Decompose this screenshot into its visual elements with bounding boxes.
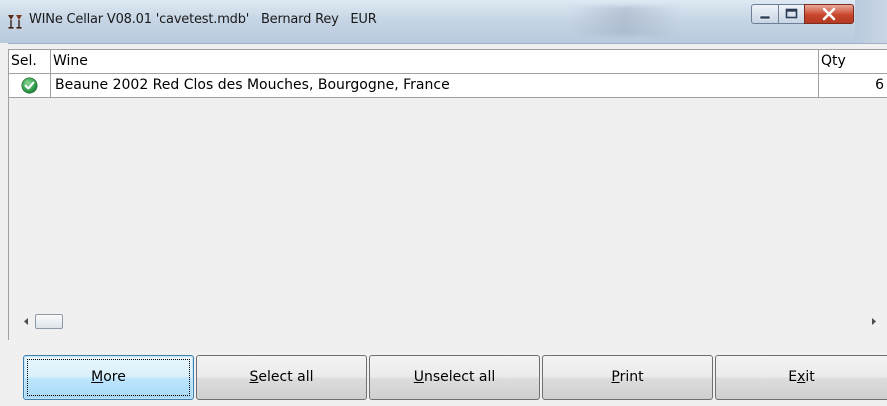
wine-glass-icon [8,15,22,29]
print-button-label: Print [611,369,644,385]
maximize-button[interactable] [778,4,805,24]
more-button[interactable]: More [23,355,194,400]
window-left-edge [0,43,8,406]
row-select-cell[interactable] [9,74,51,97]
column-header-sel[interactable]: Sel. [9,50,51,73]
exit-button[interactable]: Exit [715,355,887,400]
more-button-label: More [91,369,126,385]
app-window: WINe Cellar V08.01 'cavetest.mdb' Bernar… [0,0,887,406]
table-row[interactable]: Beaune 2002 Red Clos des Mouches, Bourgo… [9,74,887,98]
title-bar[interactable]: WINe Cellar V08.01 'cavetest.mdb' Bernar… [0,0,887,44]
grid-header: Sel. Wine Qty [9,50,887,74]
check-circle-icon [21,77,38,94]
row-wine-cell[interactable]: Beaune 2002 Red Clos des Mouches, Bourgo… [51,74,819,97]
close-icon [822,7,836,21]
minimize-button[interactable] [751,4,779,24]
row-qty-cell[interactable]: 6 [819,74,887,97]
background-window-blur [570,6,680,36]
scroll-right-icon[interactable] [865,313,882,330]
wine-grid[interactable]: Sel. Wine Qty Beaune 2002 Red Clos des M… [8,49,887,340]
horizontal-scrollbar[interactable] [18,313,887,330]
scroll-left-icon[interactable] [18,313,35,330]
close-button[interactable] [804,4,854,24]
maximize-icon [785,8,798,19]
scrollbar-thumb[interactable] [35,314,63,329]
column-header-qty[interactable]: Qty [819,50,887,73]
select-all-button-label: Select all [249,369,314,385]
title-bar-edge [855,0,887,43]
window-title: WINe Cellar V08.01 'cavetest.mdb' Bernar… [29,12,377,27]
minimize-icon [759,15,771,20]
exit-button-label: Exit [788,369,815,385]
print-button[interactable]: Print [542,355,713,400]
unselect-all-button-label: Unselect all [413,369,496,385]
unselect-all-button[interactable]: Unselect all [369,355,540,400]
select-all-button[interactable]: Select all [196,355,367,400]
column-header-wine[interactable]: Wine [51,50,819,73]
